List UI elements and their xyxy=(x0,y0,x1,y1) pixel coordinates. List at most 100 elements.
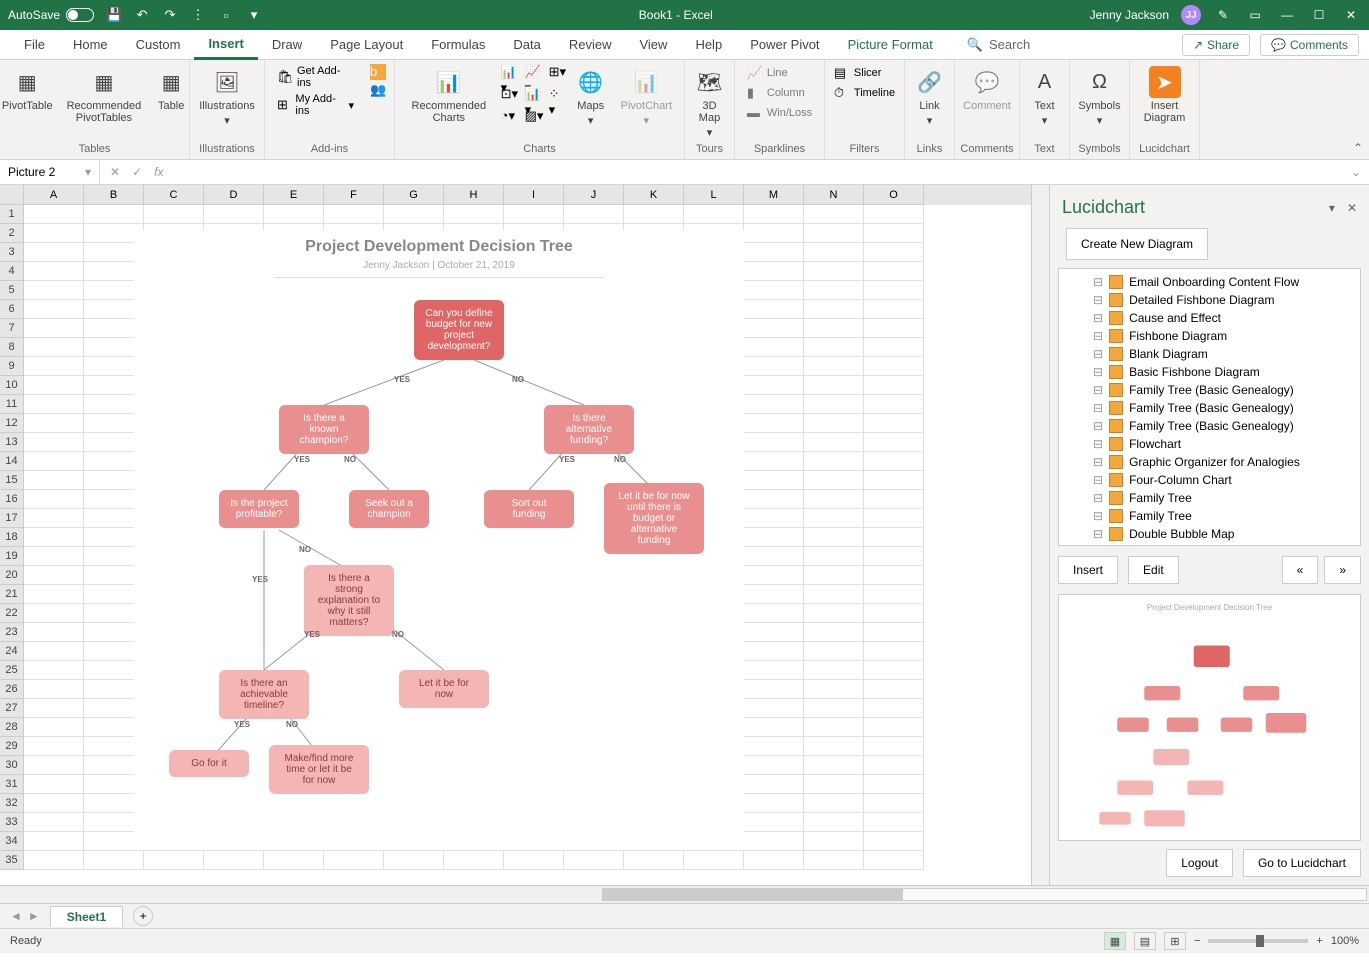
expand-formula-icon[interactable]: ⌄ xyxy=(1343,165,1369,179)
tab-view[interactable]: View xyxy=(625,30,681,60)
spark-column-button[interactable]: ▮Column xyxy=(743,84,816,102)
qat-more-icon[interactable]: ▾ xyxy=(246,7,262,23)
tree-item[interactable]: ⊟Email Onboarding Content Flow xyxy=(1063,273,1356,291)
cancel-formula-icon[interactable]: ✕ xyxy=(110,165,120,179)
maximize-icon[interactable]: ☐ xyxy=(1309,5,1329,25)
recommended-pivot-button[interactable]: ▦Recommended PivotTables xyxy=(63,64,146,126)
tree-item[interactable]: ⊟Detailed Fishbone Diagram xyxy=(1063,291,1356,309)
tab-picture-format[interactable]: Picture Format xyxy=(834,30,947,60)
tree-item[interactable]: ⊟Family Tree (Basic Genealogy) xyxy=(1063,417,1356,435)
tree-item[interactable]: ⊟Fishbone Diagram xyxy=(1063,327,1356,345)
lucid-edit-button[interactable]: Edit xyxy=(1128,556,1179,584)
qat-icon[interactable]: ▫ xyxy=(218,7,234,23)
maps-button[interactable]: 🌐Maps▾ xyxy=(571,64,611,129)
panel-menu-icon[interactable]: ▾ xyxy=(1329,201,1335,215)
lucid-next-button[interactable]: » xyxy=(1324,556,1361,584)
tree-item[interactable]: ⊟Flowchart xyxy=(1063,435,1356,453)
tree-item[interactable]: ⊟Cause and Effect xyxy=(1063,309,1356,327)
line-chart-icon[interactable]: 📈▾ xyxy=(525,64,541,80)
illustrations-button[interactable]: 🖼Illustrations▾ xyxy=(195,64,259,129)
create-diagram-button[interactable]: Create New Diagram xyxy=(1066,228,1208,260)
view-layout-icon[interactable]: ▤ xyxy=(1134,932,1156,950)
save-icon[interactable]: 💾 xyxy=(106,7,122,23)
cells-grid[interactable]: Project Development Decision Tree Jenny … xyxy=(24,205,1031,885)
symbols-button[interactable]: ΩSymbols▾ xyxy=(1074,64,1124,129)
share-button[interactable]: ↗Share xyxy=(1182,34,1250,56)
user-avatar[interactable]: JJ xyxy=(1181,5,1201,25)
qat-icon[interactable]: ⋮ xyxy=(190,7,206,23)
tab-home[interactable]: Home xyxy=(59,30,122,60)
collapse-ribbon-icon[interactable]: ⌃ xyxy=(1353,141,1363,155)
vertical-scrollbar[interactable] xyxy=(1031,185,1049,885)
minimize-icon[interactable]: — xyxy=(1277,5,1297,25)
lucid-goto-button[interactable]: Go to Lucidchart xyxy=(1243,849,1361,877)
surface-icon[interactable]: ▨▾ xyxy=(525,108,541,124)
tree-item[interactable]: ⊟Four-Column Chart xyxy=(1063,471,1356,489)
scatter-icon[interactable]: ⁘▾ xyxy=(549,86,565,102)
tab-file[interactable]: File xyxy=(10,30,59,60)
view-break-icon[interactable]: ⊞ xyxy=(1164,932,1186,950)
fx-icon[interactable]: fx xyxy=(154,165,163,179)
close-icon[interactable]: ✕ xyxy=(1341,5,1361,25)
user-name[interactable]: Jenny Jackson xyxy=(1090,8,1169,22)
inserted-diagram[interactable]: Project Development Decision Tree Jenny … xyxy=(134,230,744,850)
people-icon[interactable]: 👥 xyxy=(370,82,386,98)
3d-map-button[interactable]: 🗺3D Map▾ xyxy=(690,64,730,141)
get-addins-button[interactable]: 🛍Get Add-ins xyxy=(273,64,358,90)
panel-close-icon[interactable]: ✕ xyxy=(1347,201,1357,215)
tab-formulas[interactable]: Formulas xyxy=(417,30,499,60)
timeline-button[interactable]: ⏱Timeline xyxy=(830,84,899,102)
zoom-out-button[interactable]: − xyxy=(1194,935,1200,947)
link-button[interactable]: 🔗Link▾ xyxy=(910,64,950,129)
table-button[interactable]: ▦Table xyxy=(151,64,191,114)
tab-draw[interactable]: Draw xyxy=(258,30,316,60)
tree-item[interactable]: ⊟Family Tree xyxy=(1063,507,1356,525)
comment-button[interactable]: 💬Comment xyxy=(959,64,1015,114)
pen-icon[interactable]: ✎ xyxy=(1213,5,1233,25)
tab-custom[interactable]: Custom xyxy=(122,30,195,60)
sheet-tab[interactable]: Sheet1 xyxy=(50,906,123,927)
horizontal-scrollbar[interactable] xyxy=(0,885,1369,903)
tree-item[interactable]: ⊟Family Tree xyxy=(1063,489,1356,507)
tab-insert[interactable]: Insert xyxy=(194,30,257,60)
ribbon-mode-icon[interactable]: ▭ xyxy=(1245,5,1265,25)
lucid-insert-button[interactable]: Insert xyxy=(1058,556,1118,584)
spark-winloss-button[interactable]: ▬Win/Loss xyxy=(743,104,816,122)
autosave-toggle[interactable]: AutoSave xyxy=(8,8,94,22)
search-box[interactable]: 🔍 Search xyxy=(967,37,1030,53)
stat-chart-icon[interactable]: 📊▾ xyxy=(525,86,541,102)
add-sheet-button[interactable]: + xyxy=(133,906,153,926)
zoom-level[interactable]: 100% xyxy=(1331,935,1359,947)
tree-item[interactable]: ⊟Graphic Organizer for Analogies xyxy=(1063,453,1356,471)
tab-prev-icon[interactable]: ◄ xyxy=(10,909,22,923)
select-all-corner[interactable] xyxy=(0,185,24,205)
zoom-in-button[interactable]: + xyxy=(1316,935,1322,947)
column-headers[interactable]: ABCDEFGHIJKLMNO xyxy=(24,185,1031,205)
tab-power-pivot[interactable]: Power Pivot xyxy=(736,30,833,60)
tab-data[interactable]: Data xyxy=(499,30,554,60)
name-box[interactable]: Picture 2▾ xyxy=(0,160,100,184)
comments-button[interactable]: 💬Comments xyxy=(1260,34,1359,56)
pie-chart-icon[interactable]: ◔▾ xyxy=(501,108,517,124)
insert-diagram-button[interactable]: ➤Insert Diagram xyxy=(1138,64,1191,126)
my-addins-button[interactable]: ⊞My Add-ins▾ xyxy=(273,92,358,118)
tree-item[interactable]: ⊟Family Tree (Basic Genealogy) xyxy=(1063,399,1356,417)
row-headers[interactable]: 1234567891011121314151617181920212223242… xyxy=(0,205,24,870)
tree-item[interactable]: ⊟Family Tree (Basic Genealogy) xyxy=(1063,381,1356,399)
spark-line-button[interactable]: 📈Line xyxy=(743,64,816,82)
tab-help[interactable]: Help xyxy=(681,30,736,60)
tab-next-icon[interactable]: ► xyxy=(28,909,40,923)
pivotchart-button[interactable]: 📊PivotChart▾ xyxy=(617,64,676,129)
tree-item[interactable]: ⊟Double Bubble Map xyxy=(1063,525,1356,543)
undo-icon[interactable]: ↶ xyxy=(134,7,150,23)
lucid-prev-button[interactable]: « xyxy=(1282,556,1319,584)
hier-chart-icon[interactable]: ⊡▾ xyxy=(501,86,517,102)
combo-chart-icon[interactable]: ⊞▾ xyxy=(549,64,565,80)
bing-icon[interactable]: b xyxy=(370,64,386,80)
pivottable-button[interactable]: ▦PivotTable xyxy=(0,64,57,114)
tree-item[interactable]: ⊟Blank Diagram xyxy=(1063,345,1356,363)
view-normal-icon[interactable]: ▦ xyxy=(1104,932,1126,950)
lucid-logout-button[interactable]: Logout xyxy=(1166,849,1233,877)
tree-item[interactable]: ⊟Basic Fishbone Diagram xyxy=(1063,363,1356,381)
redo-icon[interactable]: ↷ xyxy=(162,7,178,23)
